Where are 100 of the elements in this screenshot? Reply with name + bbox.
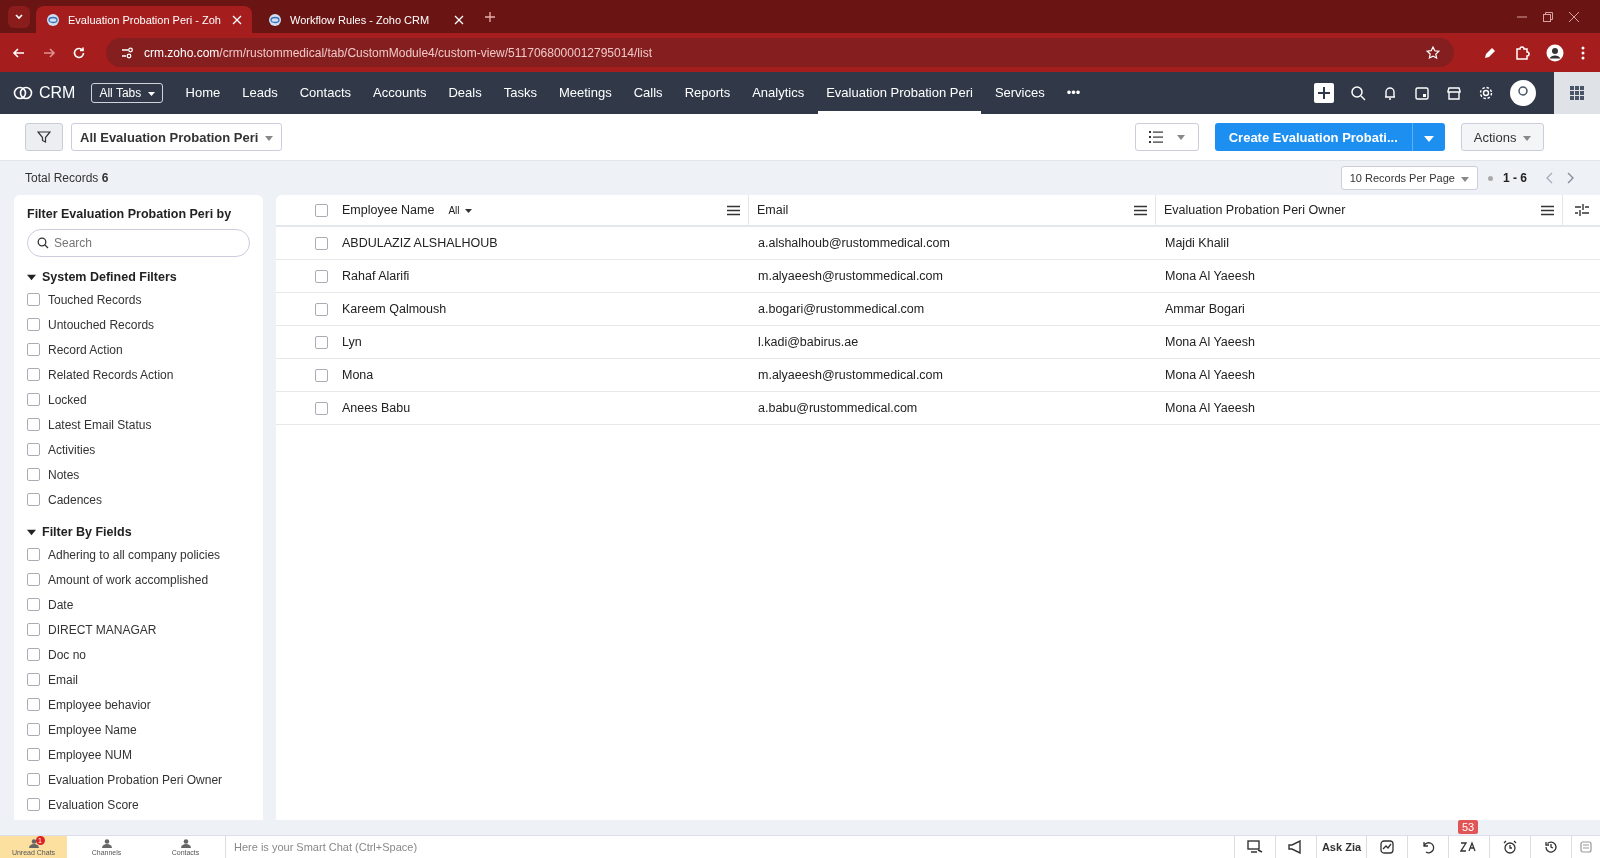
- checkbox[interactable]: [27, 493, 40, 506]
- column-menu-icon[interactable]: [727, 204, 740, 216]
- row-checkbox[interactable]: [315, 236, 328, 250]
- nav-tab[interactable]: Meetings: [547, 72, 623, 114]
- browser-tab[interactable]: Evaluation Probation Peri - Zoh: [36, 6, 252, 33]
- filter-section-header[interactable]: System Defined Filters: [27, 270, 250, 284]
- avatar-icon[interactable]: [1510, 80, 1536, 106]
- apps-icon[interactable]: [1554, 72, 1600, 114]
- filter-label[interactable]: Latest Email Status: [48, 417, 152, 432]
- back-icon[interactable]: [12, 45, 26, 60]
- screen-share-icon[interactable]: [1247, 840, 1263, 854]
- all-tabs-button[interactable]: All Tabs: [91, 83, 163, 103]
- checkbox[interactable]: [27, 723, 40, 736]
- row-checkbox[interactable]: [315, 401, 328, 415]
- filter-label[interactable]: DIRECT MANAGAR: [48, 622, 157, 637]
- site-settings-icon[interactable]: [120, 45, 134, 60]
- more-tabs-button[interactable]: •••: [1055, 72, 1092, 114]
- undo-icon[interactable]: [1421, 840, 1435, 854]
- nav-tab[interactable]: Deals: [437, 72, 493, 114]
- close-icon[interactable]: [1568, 10, 1580, 23]
- filter-label[interactable]: Amount of work accomplished: [48, 572, 209, 587]
- calendar-icon[interactable]: [1414, 85, 1430, 101]
- tab-search-button[interactable]: [8, 5, 30, 28]
- alarm-clock-icon[interactable]: [1503, 840, 1517, 854]
- nav-tab[interactable]: Leads: [231, 72, 289, 114]
- filter-label[interactable]: Record Action: [48, 342, 123, 357]
- create-icon[interactable]: [1314, 83, 1334, 103]
- filter-label[interactable]: Employee behavior: [48, 697, 151, 712]
- nav-tab[interactable]: Accounts: [362, 72, 438, 114]
- row-checkbox[interactable]: [315, 335, 328, 349]
- reload-icon[interactable]: [72, 45, 86, 60]
- browser-tab[interactable]: Workflow Rules - Zoho CRM: [258, 6, 474, 33]
- megaphone-icon[interactable]: [1288, 840, 1304, 854]
- column-filter-dropdown[interactable]: All: [448, 204, 473, 216]
- history-icon[interactable]: [1544, 840, 1558, 854]
- checkbox[interactable]: [27, 773, 40, 786]
- column-header[interactable]: Employee Name: [342, 203, 435, 217]
- filter-label[interactable]: Cadences: [48, 492, 103, 507]
- column-settings-icon[interactable]: [1574, 204, 1589, 216]
- checkbox[interactable]: [27, 623, 40, 636]
- column-menu-icon[interactable]: [1541, 204, 1554, 216]
- checkbox[interactable]: [27, 548, 40, 561]
- address-bar[interactable]: crm.zoho.com/crm/rustommedical/tab/CustomModule4/custom-view/5117068000012795014/list: [106, 38, 1454, 67]
- filter-label[interactable]: Date: [48, 597, 74, 612]
- checkbox[interactable]: [27, 418, 40, 431]
- checkbox[interactable]: [27, 648, 40, 661]
- row-checkbox[interactable]: [315, 302, 328, 316]
- star-icon[interactable]: [1426, 45, 1440, 60]
- crm-logo-icon[interactable]: [13, 86, 33, 100]
- store-icon[interactable]: [1446, 85, 1462, 101]
- checkbox[interactable]: [27, 673, 40, 686]
- nav-tab[interactable]: Reports: [673, 72, 742, 114]
- filter-label[interactable]: Employee NUM: [48, 747, 133, 762]
- menu-icon[interactable]: [1580, 44, 1586, 61]
- filter-button[interactable]: [25, 123, 63, 151]
- column-header[interactable]: Email: [757, 203, 789, 217]
- checkbox[interactable]: [27, 318, 40, 331]
- column-menu-icon[interactable]: [1134, 204, 1147, 216]
- list-view-button[interactable]: [1134, 123, 1199, 151]
- zia-icon[interactable]: [1460, 841, 1478, 853]
- nav-tab[interactable]: Analytics: [741, 72, 816, 114]
- checkbox[interactable]: [27, 748, 40, 761]
- checkbox[interactable]: [27, 798, 40, 811]
- row-checkbox[interactable]: [315, 269, 328, 283]
- create-options-button[interactable]: [1411, 123, 1445, 151]
- actions-button[interactable]: Actions: [1460, 123, 1544, 151]
- view-dropdown[interactable]: All Evaluation Probation Peri: [71, 123, 283, 151]
- checkbox[interactable]: [27, 343, 40, 356]
- filter-label[interactable]: Touched Records: [48, 292, 142, 307]
- filter-label[interactable]: Doc no: [48, 647, 87, 662]
- next-page-icon[interactable]: [1565, 172, 1575, 184]
- search-icon[interactable]: [1350, 85, 1366, 101]
- filter-label[interactable]: Evaluation Score: [48, 797, 139, 812]
- select-all-checkbox[interactable]: [315, 203, 328, 217]
- search-field[interactable]: Search: [27, 229, 250, 257]
- filter-label[interactable]: Untouched Records: [48, 317, 155, 332]
- nav-tab[interactable]: Home: [174, 72, 232, 114]
- checkbox[interactable]: [27, 443, 40, 456]
- nav-tab[interactable]: Tasks: [492, 72, 548, 114]
- filter-label[interactable]: Notes: [48, 467, 80, 482]
- settings-icon[interactable]: [1478, 85, 1494, 101]
- nav-tab[interactable]: Contacts: [288, 72, 362, 114]
- filter-label[interactable]: Activities: [48, 442, 96, 457]
- nav-tab[interactable]: Calls: [622, 72, 674, 114]
- new-tab-icon[interactable]: [484, 10, 496, 23]
- filter-label[interactable]: Email: [48, 672, 78, 687]
- extension-icon[interactable]: [1514, 44, 1530, 61]
- filter-label[interactable]: Evaluation Probation Peri Owner: [48, 772, 223, 787]
- filter-label[interactable]: Employee Name: [48, 722, 137, 737]
- checkbox[interactable]: [27, 293, 40, 306]
- filter-label[interactable]: Related Records Action: [48, 367, 174, 382]
- checkbox[interactable]: [27, 393, 40, 406]
- checkbox[interactable]: [27, 698, 40, 711]
- forward-icon[interactable]: [42, 45, 56, 60]
- nav-tab[interactable]: Services: [983, 72, 1056, 114]
- checkbox[interactable]: [27, 368, 40, 381]
- ask-zia-button[interactable]: Ask Zia: [1316, 836, 1366, 858]
- chart-icon[interactable]: [1380, 840, 1394, 854]
- filter-section-header[interactable]: Filter By Fields: [27, 525, 250, 539]
- checkbox[interactable]: [27, 598, 40, 611]
